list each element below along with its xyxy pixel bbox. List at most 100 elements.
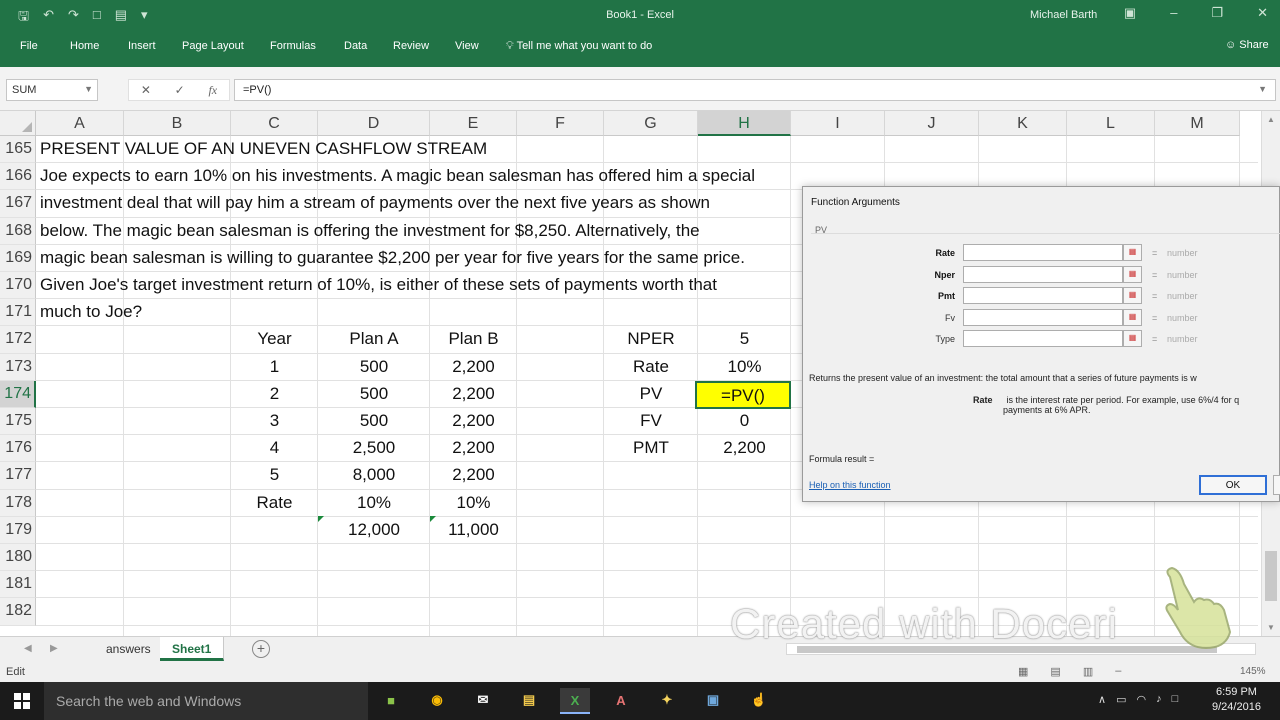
row-header[interactable]: 169 — [0, 244, 36, 272]
share-button[interactable]: ☺ Share — [1225, 39, 1269, 51]
table-header-cell[interactable]: Year — [231, 326, 318, 353]
pin-app-icon[interactable]: ✦ — [652, 688, 682, 714]
column-header[interactable]: H — [698, 111, 791, 136]
normal-view-icon[interactable]: ▦ — [1018, 665, 1028, 678]
row-header[interactable]: 177 — [0, 462, 36, 490]
row-header[interactable]: 170 — [0, 272, 36, 300]
table-cell[interactable]: 2 — [231, 381, 318, 408]
tab-review[interactable]: Review — [393, 40, 429, 52]
page-break-view-icon[interactable]: ▥ — [1083, 665, 1093, 678]
table-cell[interactable]: 11,000 — [430, 517, 517, 544]
file-explorer-icon[interactable]: ▤ — [514, 688, 544, 714]
table-cell[interactable]: 2,200 — [430, 435, 517, 462]
taskbar-search-box[interactable]: Search the web and Windows — [44, 682, 368, 720]
enter-check-icon[interactable]: ✓ — [175, 83, 185, 97]
cancel-icon[interactable]: ✕ — [141, 83, 151, 97]
tab-view[interactable]: View — [455, 40, 479, 52]
maximize-icon[interactable]: ❐ — [1211, 5, 1223, 21]
argument-input[interactable] — [963, 308, 1123, 326]
prev-sheet-icon[interactable]: ◀ — [24, 643, 32, 654]
select-all-corner[interactable] — [0, 111, 36, 136]
row-header[interactable]: 165 — [0, 136, 36, 164]
row-header[interactable]: 176 — [0, 435, 36, 463]
argument-input[interactable] — [963, 287, 1123, 304]
column-header[interactable]: G — [604, 111, 698, 136]
row-header[interactable]: 167 — [0, 190, 36, 218]
help-link[interactable]: Help on this function — [809, 480, 891, 490]
table-cell[interactable]: 3 — [231, 408, 318, 435]
scroll-down-icon[interactable]: ▼ — [1267, 623, 1275, 632]
param-label-cell[interactable]: PMT — [604, 435, 698, 462]
volume-icon[interactable]: ♪ — [1156, 693, 1162, 706]
add-sheet-icon[interactable]: + — [252, 640, 270, 658]
table-header-cell[interactable]: Plan B — [430, 326, 517, 353]
row-header[interactable]: 180 — [0, 544, 36, 572]
sheet-tab-sheet1[interactable]: Sheet1 — [160, 637, 225, 661]
table-cell[interactable]: 500 — [318, 408, 430, 435]
minimize-icon[interactable]: – — [1170, 5, 1177, 21]
error-indicator-icon[interactable] — [318, 516, 324, 522]
column-header[interactable]: K — [979, 111, 1067, 136]
param-value-cell[interactable]: 0 — [698, 408, 791, 435]
table-cell[interactable]: 10% — [318, 490, 430, 517]
show-hidden-icons[interactable]: ∧ — [1098, 693, 1106, 706]
row-header[interactable]: 172 — [0, 326, 36, 354]
table-cell[interactable]: 8,000 — [318, 462, 430, 489]
name-box[interactable]: SUM ▼ — [6, 79, 98, 101]
excel-icon[interactable]: X — [560, 688, 590, 714]
column-header[interactable]: F — [517, 111, 604, 136]
start-button[interactable] — [0, 682, 44, 720]
column-header[interactable]: A — [36, 111, 124, 136]
column-header[interactable]: B — [124, 111, 231, 136]
row-header[interactable]: 174 — [0, 380, 36, 408]
row-header[interactable]: 168 — [0, 217, 36, 245]
zoom-level[interactable]: 145% — [1240, 666, 1266, 677]
tab-formulas[interactable]: Formulas — [270, 40, 316, 52]
table-cell[interactable]: 10% — [430, 490, 517, 517]
tab-home[interactable]: Home — [70, 40, 99, 52]
column-header[interactable]: L — [1067, 111, 1155, 136]
minecraft-icon[interactable]: ■ — [376, 688, 406, 714]
sheet-tab-answers[interactable]: answers — [94, 637, 164, 661]
param-value-cell[interactable]: 5 — [698, 326, 791, 353]
column-header[interactable]: E — [430, 111, 517, 136]
table-header-cell[interactable]: Plan A — [318, 326, 430, 353]
collapse-dialog-icon[interactable]: ▦ — [1123, 244, 1142, 261]
table-cell[interactable]: 2,200 — [430, 381, 517, 408]
argument-input[interactable] — [963, 330, 1123, 347]
scroll-thumb[interactable] — [1265, 551, 1277, 601]
row-header[interactable]: 179 — [0, 516, 36, 544]
ok-button[interactable]: OK — [1199, 475, 1267, 495]
ribbon-display-options-icon[interactable]: ▣ — [1124, 5, 1136, 21]
collapse-dialog-icon[interactable]: ▦ — [1123, 287, 1142, 304]
collapse-dialog-icon[interactable]: ▦ — [1123, 265, 1142, 283]
cancel-button[interactable] — [1273, 475, 1280, 495]
tab-insert[interactable]: Insert — [128, 40, 156, 52]
column-header[interactable]: D — [318, 111, 430, 136]
mail-icon[interactable]: ✉ — [468, 688, 498, 714]
column-header[interactable]: J — [885, 111, 979, 136]
table-cell[interactable]: 500 — [318, 381, 430, 408]
param-label-cell[interactable]: PV — [604, 381, 698, 408]
battery-icon[interactable]: ▭ — [1116, 693, 1126, 706]
taskbar-clock[interactable]: 6:59 PM 9/24/2016 — [1212, 685, 1261, 715]
chevron-down-icon[interactable]: ▼ — [84, 84, 93, 94]
formula-input[interactable]: =PV() ▼ — [234, 79, 1276, 101]
param-label-cell[interactable]: Rate — [604, 354, 698, 381]
tell-me-search[interactable]: 💡︎ Tell me what you want to do — [506, 40, 652, 53]
table-cell[interactable]: 2,200 — [430, 354, 517, 381]
param-value-cell[interactable]: 10% — [698, 354, 791, 381]
argument-input[interactable] — [963, 265, 1123, 283]
table-cell[interactable]: 12,000 — [318, 517, 430, 544]
close-icon[interactable]: ✕ — [1257, 5, 1268, 21]
row-header[interactable]: 181 — [0, 571, 36, 599]
network-app-icon[interactable]: ▣ — [698, 688, 728, 714]
tab-page-layout[interactable]: Page Layout — [182, 40, 244, 52]
tab-file[interactable]: File — [20, 40, 38, 52]
tab-data[interactable]: Data — [344, 40, 367, 52]
scroll-up-icon[interactable]: ▲ — [1267, 115, 1275, 124]
table-cell[interactable]: 4 — [231, 435, 318, 462]
active-cell-h174[interactable]: =PV() — [695, 381, 791, 409]
doceri-hand-icon[interactable]: ☝ — [744, 688, 774, 714]
page-layout-view-icon[interactable]: ▤ — [1050, 665, 1060, 678]
